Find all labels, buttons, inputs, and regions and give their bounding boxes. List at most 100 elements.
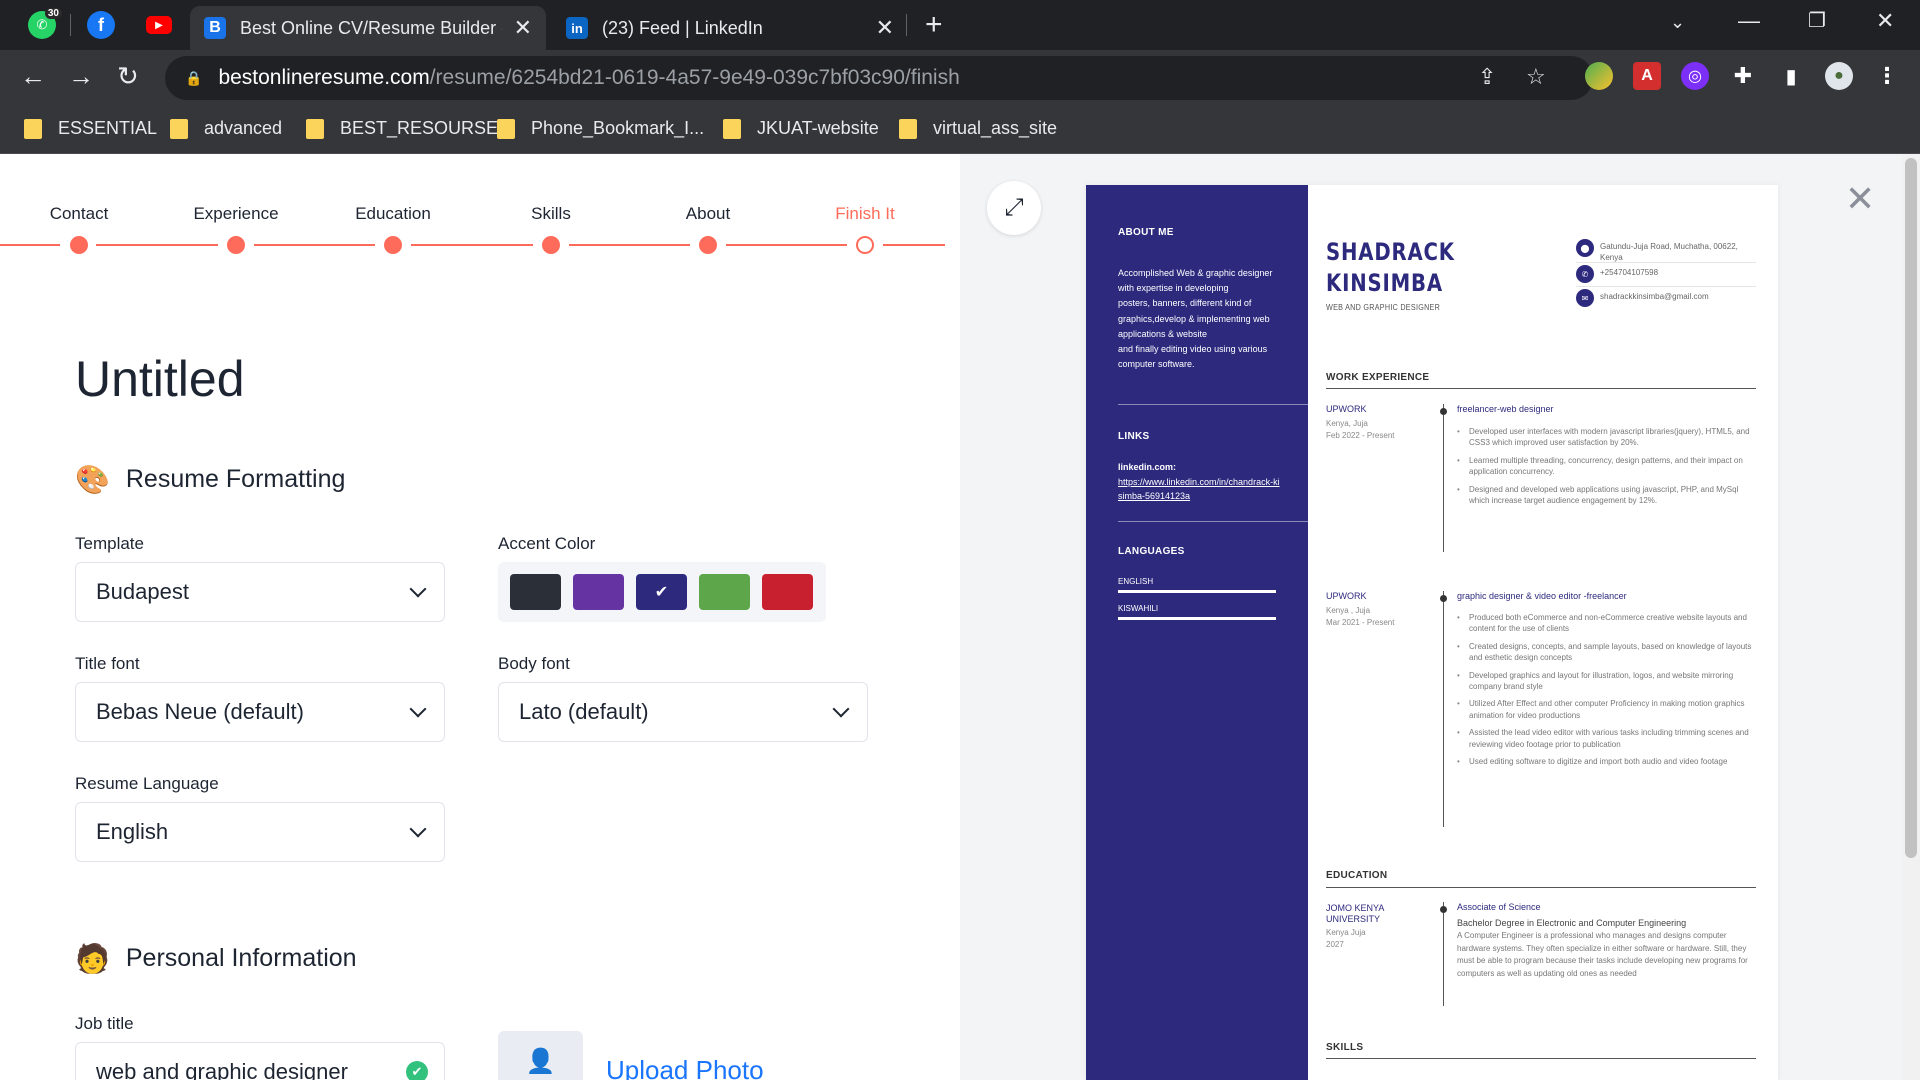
degree-title: Associate of Science bbox=[1457, 902, 1541, 912]
job-title-input[interactable]: web and graphic designer ✔ bbox=[75, 1042, 445, 1080]
share-icon[interactable]: ⇪ bbox=[1478, 64, 1496, 90]
tab-title: Best Online CV/Resume Builder - bbox=[240, 17, 502, 38]
step-finish-it[interactable]: Finish It bbox=[835, 204, 895, 224]
degree-description: A Computer Engineer is a professional wh… bbox=[1457, 931, 1748, 978]
bookmark-essential[interactable]: ESSENTIAL bbox=[24, 118, 157, 139]
step-dot-complete[interactable] bbox=[227, 236, 245, 254]
accent-swatch-red[interactable] bbox=[762, 574, 813, 610]
forward-arrow-icon[interactable]: → bbox=[68, 62, 94, 90]
step-education[interactable]: Education bbox=[355, 204, 431, 224]
profile-avatar[interactable]: ● bbox=[1825, 62, 1853, 90]
restore-button[interactable]: ❐ bbox=[1808, 8, 1826, 33]
browser-toolbar: ← → ↻ 🔒 bestonlineresume.com /resume/625… bbox=[0, 50, 1920, 106]
step-about[interactable]: About bbox=[686, 204, 730, 224]
title-font-select[interactable]: Bebas Neue (default) bbox=[75, 682, 445, 742]
more-menu-icon[interactable]: ⋮ bbox=[1873, 62, 1901, 90]
accent-color-label: Accent Color bbox=[498, 534, 596, 553]
close-tab-icon[interactable]: ✕ bbox=[876, 15, 894, 41]
template-select[interactable]: Budapest bbox=[75, 562, 445, 622]
preview-scrollbar[interactable] bbox=[1902, 154, 1920, 1080]
language-level-bar bbox=[1118, 590, 1276, 593]
graduation-year: 2027 bbox=[1326, 940, 1344, 949]
list-item: Assisted the lead video editor with vari… bbox=[1457, 727, 1757, 750]
step-dot-complete[interactable] bbox=[70, 236, 88, 254]
back-arrow-icon[interactable]: ← bbox=[20, 62, 46, 90]
expand-arrows-icon: ⤢ bbox=[1004, 194, 1024, 221]
step-experience[interactable]: Experience bbox=[193, 204, 278, 224]
language-level-bar bbox=[1118, 617, 1276, 620]
scrollbar-thumb[interactable] bbox=[1905, 158, 1917, 858]
tab-search-chevron-icon[interactable]: ⌄ bbox=[1670, 12, 1685, 33]
linkedin-link[interactable]: https://www.linkedin.com/in/chandrack-ki… bbox=[1118, 475, 1283, 503]
bookmark-virtual-ass-site[interactable]: virtual_ass_site bbox=[899, 118, 1057, 139]
bookmarks-bar: ESSENTIAL advanced BEST_RESOURSE Phone_B… bbox=[0, 106, 1920, 154]
pinned-tab-youtube[interactable]: ▶ bbox=[145, 11, 173, 39]
pdf-extension-icon[interactable]: A bbox=[1633, 62, 1661, 90]
step-dot-current[interactable] bbox=[856, 236, 874, 254]
step-skills[interactable]: Skills bbox=[531, 204, 571, 224]
minimize-button[interactable]: — bbox=[1738, 8, 1760, 34]
url-host: bestonlineresume.com bbox=[218, 66, 430, 89]
photo-placeholder[interactable]: 👤 bbox=[498, 1031, 583, 1080]
bookmark-jkuat-website[interactable]: JKUAT-website bbox=[723, 118, 879, 139]
step-dot-complete[interactable] bbox=[699, 236, 717, 254]
new-tab-button[interactable]: + bbox=[925, 10, 943, 40]
chevron-down-icon bbox=[832, 700, 850, 718]
user-silhouette-icon: 👤 bbox=[525, 1048, 556, 1075]
resume-sidebar: ABOUT ME Accomplished Web & graphic desi… bbox=[1086, 185, 1308, 1080]
extensions-puzzle-icon[interactable]: ✚ bbox=[1729, 62, 1757, 90]
pinned-tab-facebook[interactable]: f bbox=[87, 11, 115, 39]
list-item: Designed and developed web applications … bbox=[1457, 484, 1757, 507]
stepper-line bbox=[96, 244, 218, 246]
resume-builder-favicon-icon: B bbox=[204, 17, 226, 39]
bookmark-star-icon[interactable]: ☆ bbox=[1526, 64, 1546, 90]
side-panel-icon[interactable]: ▮ bbox=[1777, 62, 1805, 90]
notification-badge: 30 bbox=[44, 8, 62, 19]
tab-title: (23) Feed | LinkedIn bbox=[602, 17, 763, 38]
timeline-line bbox=[1443, 591, 1444, 827]
reload-icon[interactable]: ↻ bbox=[117, 62, 139, 90]
accent-swatch-charcoal[interactable] bbox=[510, 574, 561, 610]
about-me-text: Accomplished Web & graphic designer with… bbox=[1118, 268, 1273, 370]
about-me-heading: ABOUT ME bbox=[1118, 227, 1174, 238]
expand-preview-button[interactable]: ⤢ bbox=[987, 181, 1041, 235]
stepper-line bbox=[883, 244, 945, 246]
folder-icon bbox=[497, 118, 515, 139]
section-rule bbox=[1326, 388, 1756, 389]
step-contact[interactable]: Contact bbox=[50, 204, 109, 224]
resume-title[interactable]: Untitled bbox=[75, 350, 245, 408]
bookmark-best-resourse[interactable]: BEST_RESOURSE bbox=[306, 118, 498, 139]
tab-linkedin[interactable]: in (23) Feed | LinkedIn ✕ bbox=[552, 6, 908, 50]
candidate-name: SHADRACK KINSIMBA bbox=[1326, 238, 1455, 297]
color-picker-extension-icon[interactable] bbox=[1585, 62, 1613, 90]
list-item: Utilized After Effect and other computer… bbox=[1457, 698, 1757, 721]
body-font-select[interactable]: Lato (default) bbox=[498, 682, 868, 742]
url-path: /resume/6254bd21-0619-4a57-9e49-039c7bf0… bbox=[429, 66, 960, 89]
window-close-button[interactable]: ✕ bbox=[1876, 8, 1894, 34]
linkedin-favicon-icon: in bbox=[566, 17, 588, 39]
divider bbox=[1118, 521, 1308, 522]
step-dot-complete[interactable] bbox=[542, 236, 560, 254]
school-name: JOMO KENYA UNIVERSITY bbox=[1326, 903, 1384, 924]
address-bar[interactable]: 🔒 bestonlineresume.com /resume/6254bd21-… bbox=[165, 56, 1593, 100]
pinned-tab-whatsapp[interactable]: ✆ 30 bbox=[28, 8, 62, 39]
tab-resume-builder[interactable]: B Best Online CV/Resume Builder - ✕ bbox=[190, 6, 546, 50]
stepper-line bbox=[411, 244, 533, 246]
section-rule bbox=[1326, 1058, 1756, 1059]
step-dot-complete[interactable] bbox=[384, 236, 402, 254]
upload-photo-link[interactable]: Upload Photo bbox=[606, 1055, 764, 1080]
bookmark-phone-bookmark[interactable]: Phone_Bookmark_I... bbox=[497, 118, 704, 139]
accent-swatch-navy-selected[interactable]: ✔ bbox=[636, 574, 687, 610]
personal-information-heading: 🧑 Personal Information bbox=[75, 943, 357, 974]
accent-swatch-green[interactable] bbox=[699, 574, 750, 610]
purple-extension-icon[interactable]: ◎ bbox=[1681, 62, 1709, 90]
close-tab-icon[interactable]: ✕ bbox=[514, 15, 532, 41]
bookmark-advanced[interactable]: advanced bbox=[170, 118, 282, 139]
close-preview-icon[interactable]: ✕ bbox=[1845, 178, 1875, 220]
accent-swatch-purple[interactable] bbox=[573, 574, 624, 610]
resume-document: ABOUT ME Accomplished Web & graphic desi… bbox=[1086, 185, 1778, 1080]
contact-email: ✉ shadrackkinsimba@gmail.com bbox=[1576, 289, 1756, 307]
links-heading: LINKS bbox=[1118, 431, 1150, 442]
link-label: linkedin.com: bbox=[1118, 462, 1177, 472]
resume-language-select[interactable]: English bbox=[75, 802, 445, 862]
